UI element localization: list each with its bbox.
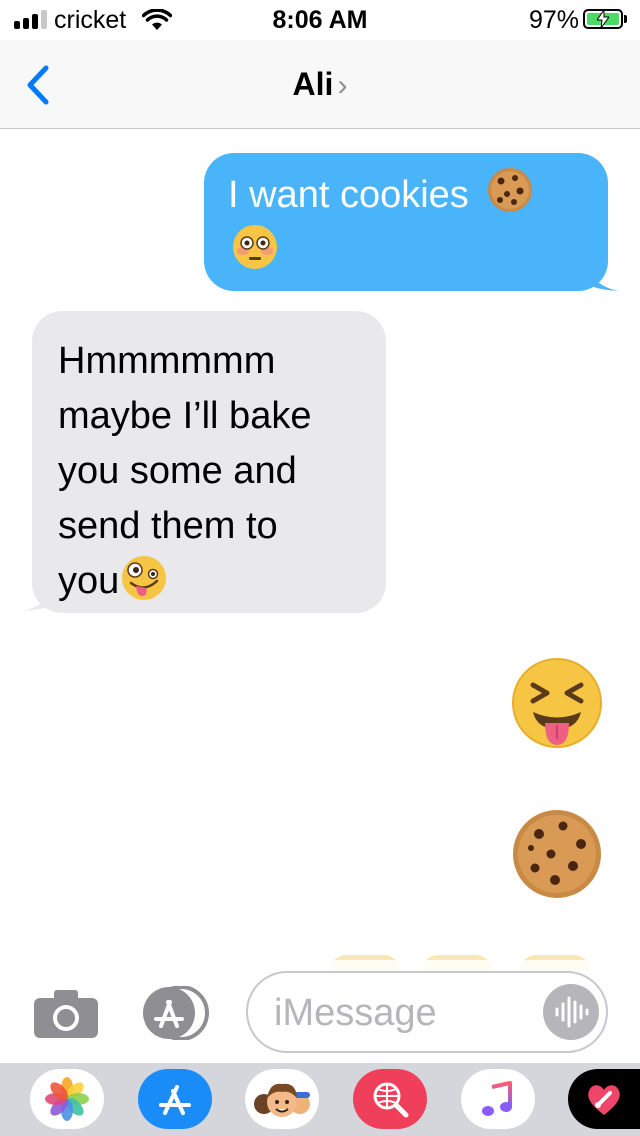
- squinting-face-with-tongue-emoji[interactable]: [511, 657, 603, 749]
- flushed-face-emoji: [233, 225, 277, 269]
- chevron-right-icon: ›: [337, 69, 348, 102]
- app-store-app-button[interactable]: [138, 1069, 212, 1129]
- cookie-emoji[interactable]: [511, 808, 603, 900]
- message-line: you some and: [58, 450, 297, 492]
- cookie-emoji: [488, 168, 533, 212]
- zany-face-emoji: [122, 556, 167, 600]
- photos-app-button[interactable]: [30, 1069, 104, 1129]
- app-store-logo-icon: [159, 1085, 191, 1115]
- charging-bolt-icon: [597, 10, 609, 28]
- globe-search-icon: [373, 1082, 409, 1118]
- message-line: send them to: [58, 505, 278, 547]
- status-bar: cricket 8:06 AM 97%: [0, 0, 640, 40]
- memoji-icon: [254, 1083, 310, 1117]
- sent-message-bubble[interactable]: I want cookies: [204, 153, 608, 291]
- search-images-app-button[interactable]: [353, 1069, 427, 1129]
- battery-tip: [624, 15, 627, 23]
- heart-touch-icon: [588, 1085, 620, 1115]
- audio-message-icon[interactable]: [542, 983, 600, 1041]
- message-line: maybe I’ll bake: [58, 395, 312, 437]
- music-app-button[interactable]: [461, 1069, 535, 1129]
- music-note-icon: [482, 1081, 512, 1116]
- message-input[interactable]: [272, 989, 536, 1037]
- battery-percentage: 97%: [529, 6, 580, 34]
- received-bubble-tail: [22, 580, 56, 611]
- sent-bubble-tail: [585, 260, 619, 291]
- message-text: I want cookies: [228, 174, 469, 216]
- digital-touch-app-button[interactable]: [568, 1069, 640, 1129]
- app-store-icon[interactable]: [139, 986, 213, 1040]
- battery-icon: [583, 9, 623, 29]
- received-message-bubble[interactable]: Hmmmmmm maybe I’ll bake you some and sen…: [32, 311, 386, 613]
- contact-name: Ali: [292, 66, 334, 102]
- contact-name-button[interactable]: Ali ›: [0, 66, 640, 103]
- memoji-app-button[interactable]: [245, 1069, 319, 1129]
- photos-icon: [45, 1077, 89, 1121]
- conversation-header: Ali ›: [0, 40, 640, 129]
- camera-icon[interactable]: [34, 990, 98, 1038]
- message-line: Hmmmmmm: [58, 340, 276, 382]
- message-line: you: [58, 560, 120, 602]
